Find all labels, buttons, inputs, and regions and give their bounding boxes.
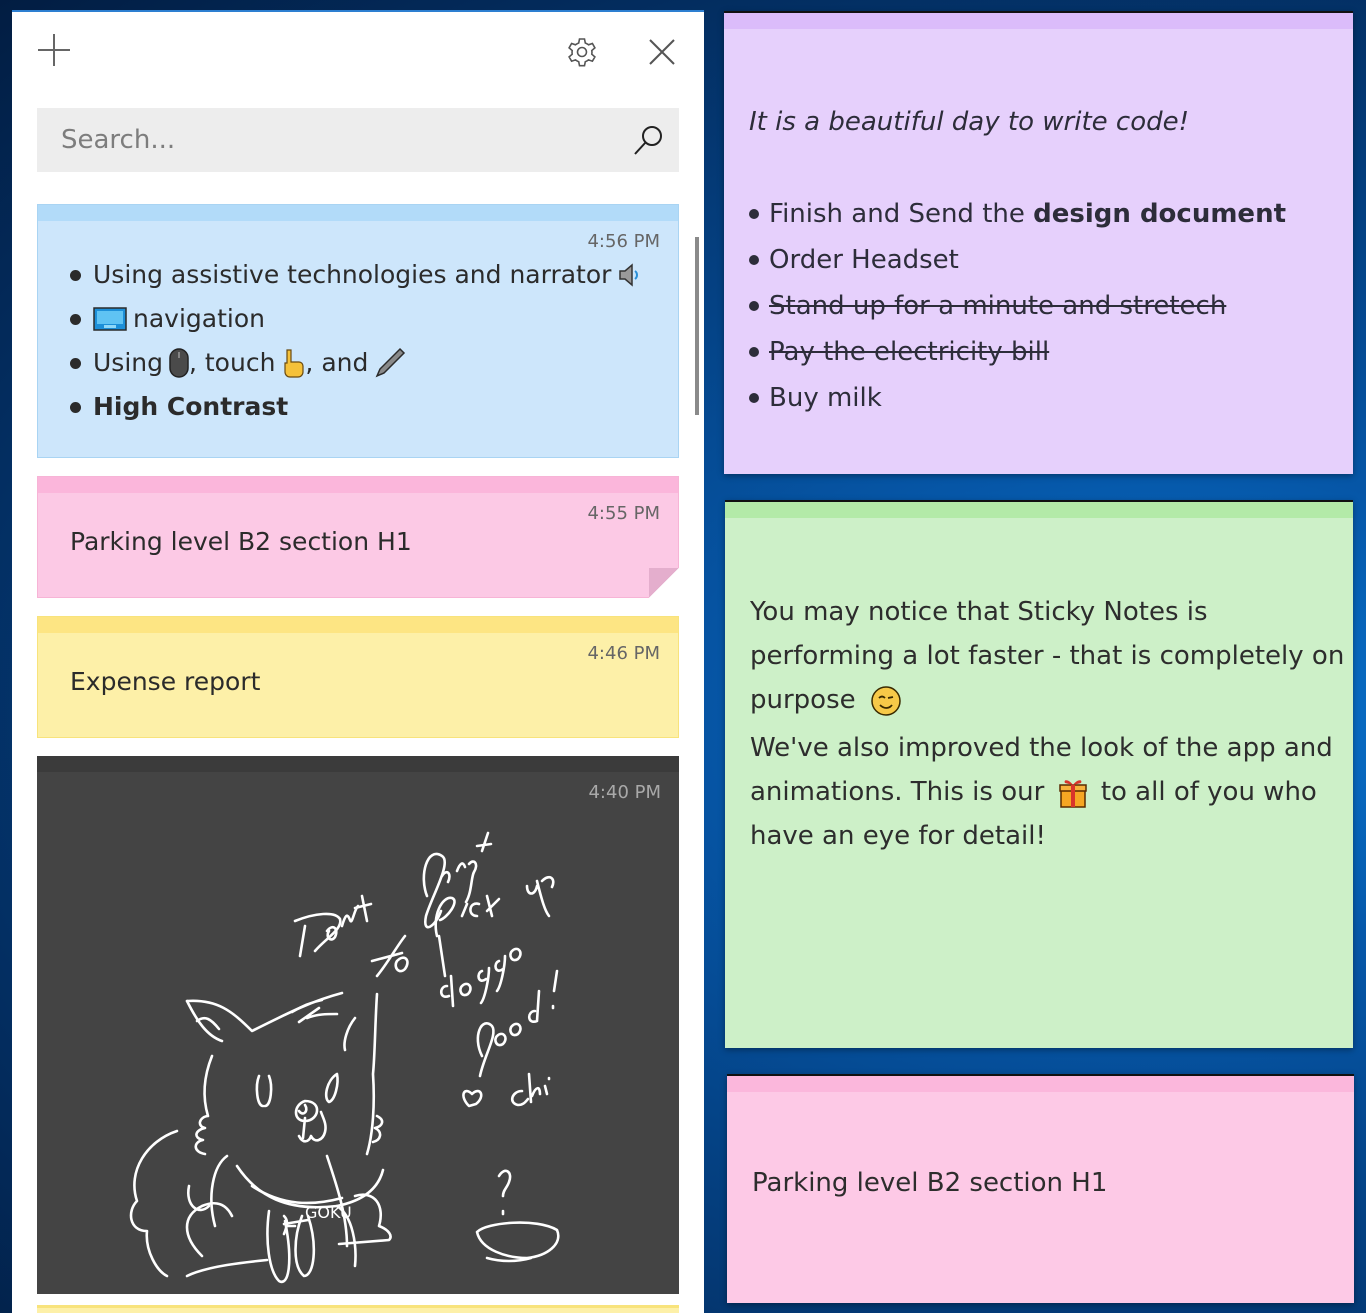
note-card-accessibility[interactable]: 4:56 PM Using assistive technologies and…	[37, 204, 679, 458]
note-card-parking[interactable]: 4:55 PM Parking level B2 section H1	[37, 476, 679, 598]
ink-drawing: GOKU	[129, 831, 560, 1284]
search-icon	[634, 126, 662, 155]
winking-face-icon	[870, 685, 902, 717]
mouse-icon	[169, 348, 189, 378]
todo-item: Buy milk	[749, 375, 1286, 421]
note-drag-bar[interactable]	[725, 502, 1353, 518]
search-box	[37, 108, 679, 172]
note-card-peek[interactable]	[37, 1305, 679, 1313]
search-input[interactable]	[37, 108, 619, 172]
note-timestamp: 4:46 PM	[587, 643, 660, 664]
note-color-bar	[38, 617, 678, 633]
bullet-icon	[70, 401, 81, 413]
todo-item-done: Pay the electricity bill	[749, 329, 1286, 375]
bullet-icon	[749, 209, 759, 219]
pen-icon	[374, 347, 406, 379]
bullet-icon	[749, 393, 759, 403]
bullet-icon	[70, 269, 81, 281]
note-preview-text: Expense report	[70, 667, 261, 696]
keyboard-icon	[93, 307, 127, 331]
search-button[interactable]	[619, 108, 679, 172]
note-drag-bar[interactable]	[727, 1076, 1354, 1092]
bullet-icon	[749, 347, 759, 357]
note-timestamp: 4:56 PM	[587, 231, 660, 252]
floating-note-green[interactable]: You may notice that Sticky Notes is perf…	[725, 500, 1353, 1048]
scrollbar-thumb[interactable]	[695, 237, 699, 415]
list-item: navigation	[70, 297, 649, 341]
notes-list-window: 4:56 PM Using assistive technologies and…	[12, 10, 704, 1313]
list-item: Using , touch , and	[70, 341, 649, 385]
close-button[interactable]	[642, 32, 682, 72]
note-color-bar	[38, 477, 678, 493]
plus-icon	[38, 34, 70, 66]
note-intro-text: It is a beautiful day to write code!	[749, 107, 1190, 137]
bullet-icon	[749, 255, 759, 265]
settings-button[interactable]	[562, 32, 602, 72]
note-card-expense[interactable]: 4:46 PM Expense report	[37, 616, 679, 738]
ink-dog-sketch	[129, 991, 560, 1284]
note-paragraph: You may notice that Sticky Notes is perf…	[750, 597, 1345, 717]
speaker-icon	[617, 262, 643, 288]
bullet-icon	[70, 313, 81, 325]
todo-item-done: Stand up for a minute and stretech	[749, 283, 1286, 329]
bullet-icon	[70, 357, 81, 369]
close-icon	[649, 39, 675, 65]
list-item: Using assistive technologies and narrato…	[70, 253, 649, 297]
note-preview-text: Parking level B2 section H1	[70, 527, 412, 556]
note-text: Parking level B2 section H1	[752, 1168, 1108, 1198]
todo-item: Finish and Send the design document	[749, 191, 1286, 237]
todo-item: Order Headset	[749, 237, 1286, 283]
list-item: High Contrast	[70, 385, 649, 429]
gift-icon	[1058, 777, 1087, 809]
note-list: 4:56 PM Using assistive technologies and…	[37, 204, 679, 1312]
title-bar	[12, 12, 704, 94]
bullet-icon	[749, 301, 759, 311]
floating-note-purple[interactable]: It is a beautiful day to write code! Fin…	[724, 11, 1353, 474]
floating-note-pink[interactable]: Parking level B2 section H1	[727, 1074, 1354, 1303]
add-note-button[interactable]	[34, 30, 74, 70]
page-fold-icon	[649, 568, 679, 598]
gear-icon	[568, 38, 596, 67]
note-drag-bar[interactable]	[724, 13, 1353, 29]
note-card-ink-drawing[interactable]: 4:40 PM GOKU	[37, 756, 679, 1294]
todo-list: Finish and Send the design document Orde…	[749, 191, 1286, 421]
note-color-bar	[38, 205, 678, 221]
ink-collar-label: GOKU	[305, 1203, 352, 1222]
note-paragraph: We've also improved the look of the app …	[750, 733, 1333, 851]
note-bullet-list: Using assistive technologies and narrato…	[70, 253, 649, 429]
ink-handwriting	[293, 831, 559, 1108]
pointing-hand-icon	[281, 348, 305, 378]
note-timestamp: 4:55 PM	[587, 503, 660, 524]
